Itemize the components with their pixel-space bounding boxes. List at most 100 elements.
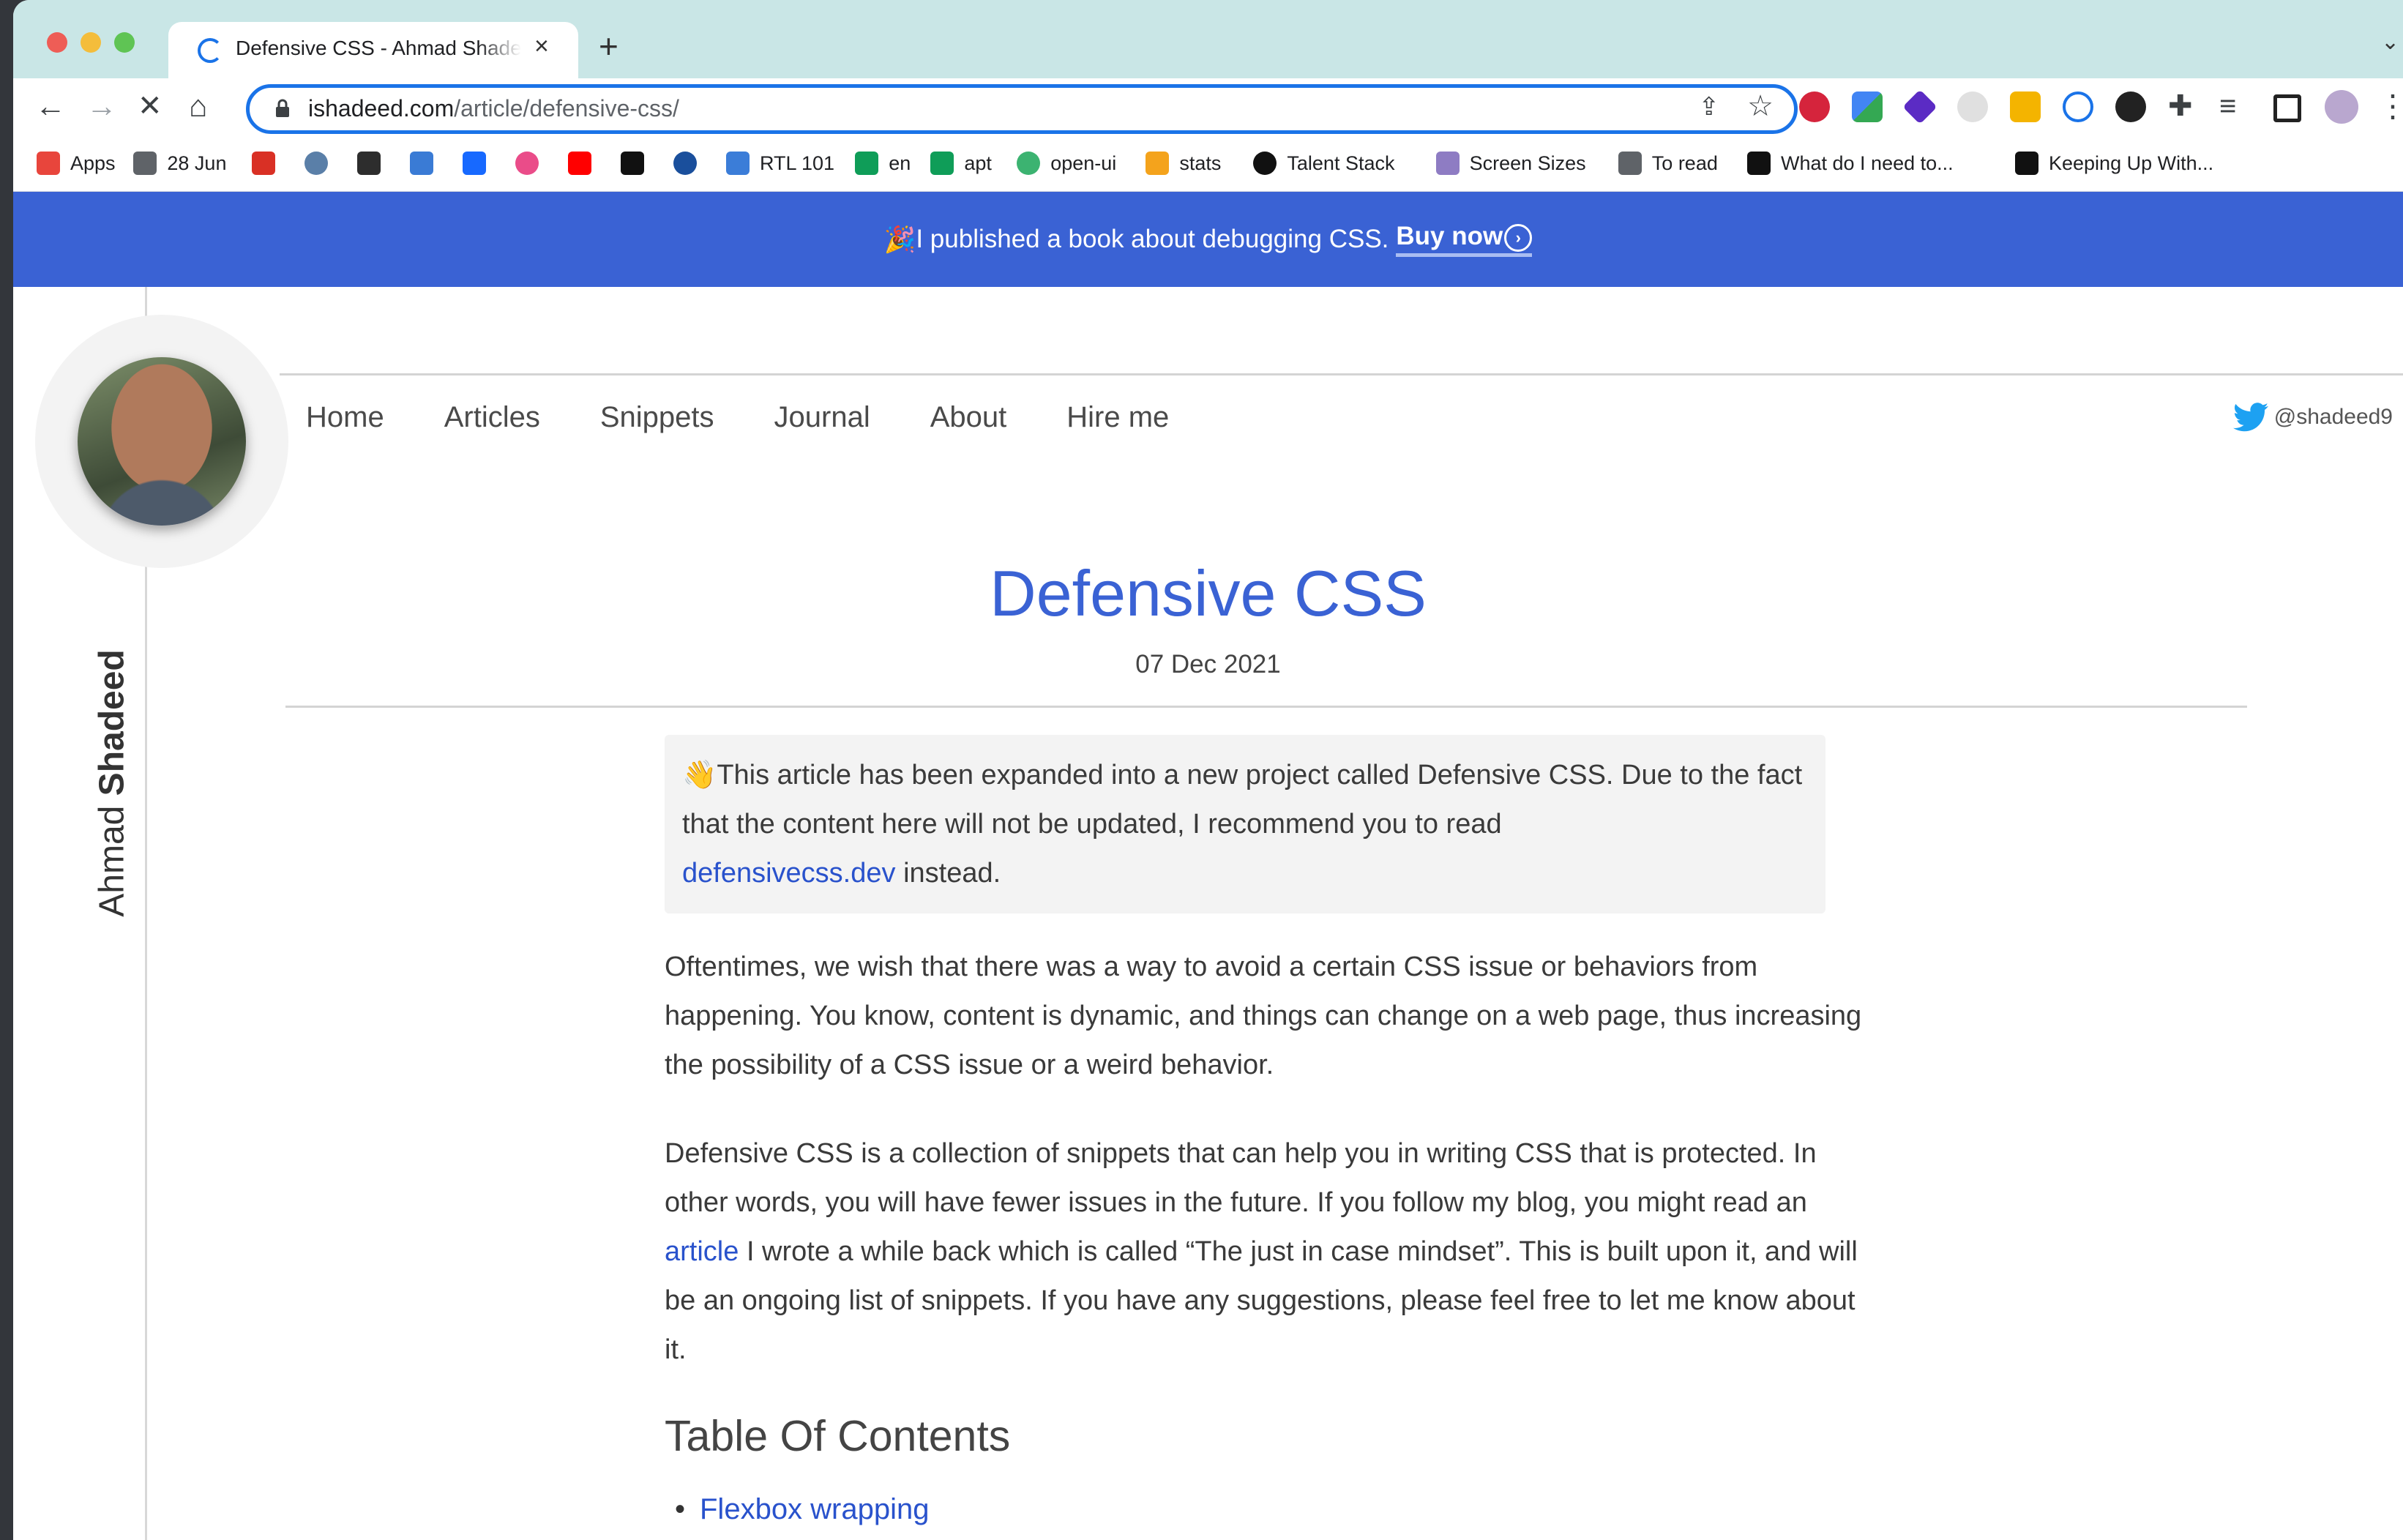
bookmark-item[interactable]: Talent Stack <box>1253 147 1394 179</box>
bookmark-item[interactable]: RTL 101 <box>726 147 834 179</box>
buy-now-link[interactable]: Buy now › <box>1396 222 1533 257</box>
bookmark-label: en <box>889 152 911 174</box>
dev-icon <box>2015 152 2038 175</box>
more-menu-icon[interactable]: ⋮ <box>2377 87 2403 125</box>
banner-text: I published a book about debugging CSS. <box>916 225 1389 253</box>
stop-loading-icon[interactable]: ✕ <box>138 87 162 125</box>
author-avatar[interactable] <box>78 357 246 526</box>
reading-list-icon[interactable]: ≡ <box>2219 87 2236 125</box>
adblock-extension-icon[interactable] <box>1799 91 1830 122</box>
nav-snippets[interactable]: Snippets <box>600 401 714 434</box>
nav-divider <box>280 373 2403 375</box>
article-link[interactable]: article <box>665 1236 739 1267</box>
waving-hand-icon: 👋 <box>682 760 717 790</box>
gmail-icon <box>252 152 275 175</box>
extension-icon[interactable] <box>1852 91 1883 122</box>
puzzle-extensions-icon[interactable]: ✚ <box>2168 87 2193 125</box>
screen-sizes-icon <box>1435 152 1460 175</box>
toc-heading: Table Of Contents <box>665 1412 1011 1460</box>
avatar-ring <box>35 315 288 568</box>
talent-stack-icon <box>1253 152 1277 175</box>
bookmark-item[interactable] <box>304 147 328 179</box>
behance-icon <box>463 152 486 175</box>
apps-grid-icon <box>37 152 60 175</box>
twitter-handle: @shadeed9 <box>2273 405 2393 429</box>
extension-icon[interactable] <box>2115 91 2146 122</box>
note-text: 👋This article has been expanded into a n… <box>682 760 1803 889</box>
active-tab[interactable]: Defensive CSS - Ahmad Shadeed × <box>168 22 578 78</box>
nav-about[interactable]: About <box>930 401 1007 434</box>
bookmark-item[interactable] <box>621 147 644 179</box>
lock-icon <box>276 99 289 117</box>
address-bar[interactable]: ishadeed.com/article/defensive-css/ ⇪ ☆ <box>246 84 1798 134</box>
bookmark-item[interactable]: stats <box>1146 147 1221 179</box>
bookmark-item[interactable]: To read <box>1618 147 1718 179</box>
bookmark-label: stats <box>1179 152 1222 174</box>
shield-icon <box>357 152 381 175</box>
nav-journal[interactable]: Journal <box>774 401 870 434</box>
nav-articles[interactable]: Articles <box>444 401 540 434</box>
youtube-icon <box>568 152 591 175</box>
bookmark-item[interactable] <box>515 147 539 179</box>
bookmark-item[interactable]: Apps <box>37 147 116 179</box>
bookmark-item[interactable]: open-ui <box>1017 147 1116 179</box>
twitter-link[interactable]: @shadeed9 <box>2232 403 2393 432</box>
info-icon <box>673 152 697 175</box>
extension-icon[interactable] <box>2010 91 2041 122</box>
profile-avatar-icon[interactable] <box>2325 90 2358 124</box>
folder-icon <box>1618 152 1642 175</box>
bookmark-item[interactable]: Keeping Up With... <box>2015 147 2213 179</box>
second-paragraph: Defensive CSS is a collection of snippet… <box>665 1138 1858 1365</box>
nav-home[interactable]: Home <box>306 401 384 434</box>
bookmark-item[interactable]: 28 Jun <box>133 147 226 179</box>
side-panel-icon[interactable] <box>2273 94 2301 122</box>
sheets-icon <box>930 152 954 175</box>
close-window-button[interactable] <box>47 32 67 53</box>
extension-icon[interactable] <box>1957 91 1988 122</box>
forward-arrow-icon[interactable]: → <box>86 87 117 125</box>
minimize-window-button[interactable] <box>81 32 101 53</box>
new-tab-button[interactable]: + <box>599 26 618 66</box>
bookmark-label: To read <box>1651 152 1718 174</box>
tab-strip: Defensive CSS - Ahmad Shadeed × + ⌄ <box>13 0 2403 78</box>
bookmark-label: apt <box>964 152 992 174</box>
bookmark-item[interactable]: apt <box>930 147 992 179</box>
bookmark-item[interactable] <box>463 147 486 179</box>
bookmark-label: Keeping Up With... <box>2049 152 2214 174</box>
update-note: 👋This article has been expanded into a n… <box>665 735 1825 913</box>
bookmark-item[interactable]: Screen Sizes <box>1435 147 1586 179</box>
toc-link-flexbox-wrapping[interactable]: Flexbox wrapping <box>700 1493 930 1525</box>
bookmark-item[interactable] <box>357 147 381 179</box>
maximize-window-button[interactable] <box>114 32 135 53</box>
url-text[interactable]: ishadeed.com/article/defensive-css/ <box>308 95 679 122</box>
home-icon[interactable]: ⌂ <box>189 87 207 125</box>
bookmark-star-icon[interactable]: ☆ <box>1747 89 1774 123</box>
open-ui-icon <box>1017 152 1041 175</box>
defensivecss-link[interactable]: defensivecss.dev <box>682 858 896 889</box>
browser-window: Defensive CSS - Ahmad Shadeed × + ⌄ ← → … <box>13 0 2403 1540</box>
main-nav: Home Articles Snippets Journal About Hir… <box>306 401 1229 434</box>
extension-icon[interactable] <box>2063 91 2093 122</box>
bookmark-item[interactable] <box>410 147 433 179</box>
back-arrow-icon[interactable]: ← <box>35 87 66 125</box>
sheets-icon <box>855 152 879 175</box>
bookmark-label: What do I need to... <box>1781 152 1954 174</box>
share-icon[interactable]: ⇪ <box>1699 92 1720 122</box>
dribbble-icon <box>515 152 539 175</box>
bar-chart-icon <box>1146 152 1170 175</box>
twitter-icon <box>2232 403 2268 432</box>
toc-item: Flexbox wrapping <box>675 1493 930 1526</box>
title-divider <box>285 706 2247 708</box>
tab-search-chevron-icon[interactable]: ⌄ <box>2381 29 2403 55</box>
arrow-logo-icon <box>1747 152 1771 175</box>
tab-close-icon[interactable]: × <box>534 32 549 61</box>
article-title: Defensive CSS <box>990 557 1427 629</box>
bookmark-item[interactable] <box>673 147 697 179</box>
nav-hire-me[interactable]: Hire me <box>1066 401 1169 434</box>
bookmark-item[interactable]: What do I need to... <box>1747 147 1954 179</box>
extension-icon[interactable] <box>1902 89 1937 124</box>
bookmark-item[interactable] <box>568 147 591 179</box>
bookmark-item[interactable] <box>252 147 275 179</box>
bookmark-item[interactable]: en <box>855 147 911 179</box>
bookmark-label: RTL 101 <box>760 152 835 174</box>
